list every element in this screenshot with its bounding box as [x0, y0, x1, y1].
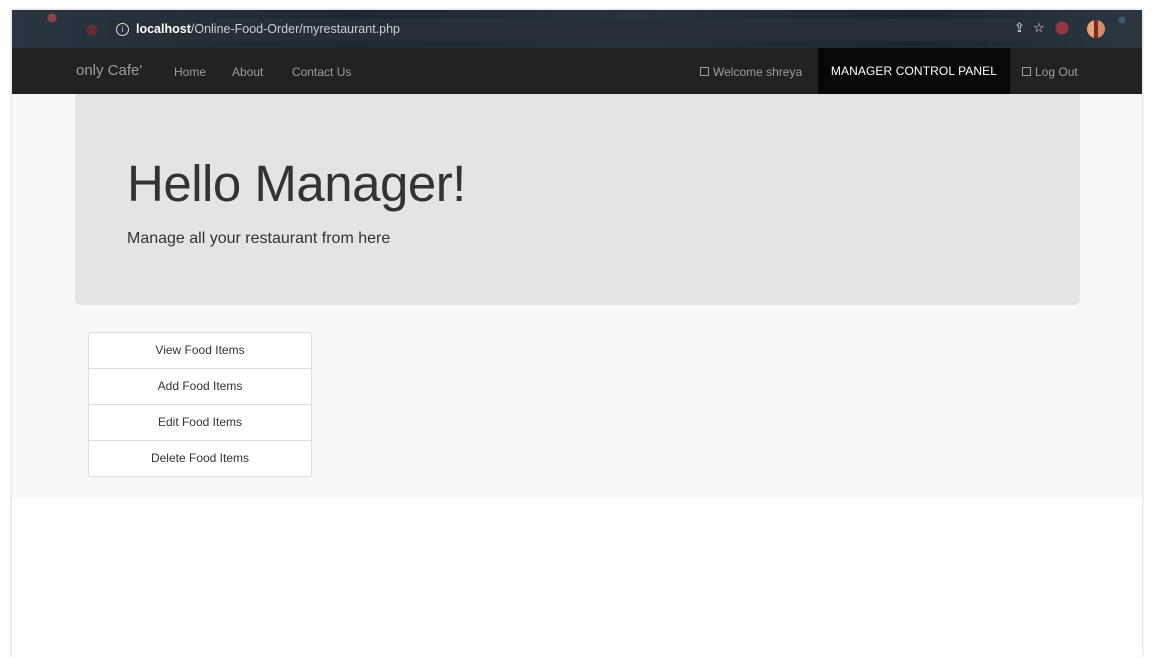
- url-path: /Online-Food-Order/myrestaurant.php: [190, 22, 400, 36]
- site-navbar: only Cafe' Home About Contact Us Welcome…: [12, 48, 1142, 94]
- user-icon: [700, 67, 709, 76]
- edit-food-items-button[interactable]: Edit Food Items: [88, 405, 312, 441]
- brand-logo[interactable]: only Cafe': [76, 62, 142, 79]
- nav-about-link[interactable]: About: [232, 65, 263, 79]
- browser-window: i localhost/Online-Food-Order/myrestaura…: [12, 10, 1142, 657]
- url-host: localhost: [136, 22, 191, 36]
- share-icon[interactable]: ⇪: [1014, 21, 1025, 36]
- add-food-items-button[interactable]: Add Food Items: [88, 369, 312, 405]
- bookmark-star-icon[interactable]: ☆: [1033, 21, 1045, 36]
- main-content: Hello Manager! Manage all your restauran…: [12, 94, 1142, 498]
- nav-home-link[interactable]: Home: [174, 65, 206, 79]
- welcome-label: Welcome shreya: [713, 65, 803, 79]
- welcome-link[interactable]: Welcome shreya: [700, 65, 802, 79]
- page-title: Hello Manager!: [127, 155, 466, 212]
- logout-label: Log Out: [1035, 65, 1078, 79]
- delete-food-items-button[interactable]: Delete Food Items: [88, 441, 312, 477]
- hero-jumbotron: Hello Manager! Manage all your restauran…: [75, 94, 1080, 305]
- view-food-items-button[interactable]: View Food Items: [88, 332, 312, 369]
- profile-avatar[interactable]: [1087, 20, 1105, 38]
- page-subtitle: Manage all your restaurant from here: [127, 230, 391, 247]
- browser-toolbar: i localhost/Online-Food-Order/myrestaura…: [12, 10, 1142, 48]
- manager-control-panel-link[interactable]: MANAGER CONTROL PANEL: [818, 48, 1010, 94]
- info-icon[interactable]: i: [116, 23, 129, 36]
- url-text[interactable]: localhost/Online-Food-Order/myrestaurant…: [136, 22, 400, 36]
- logout-link[interactable]: Log Out: [1022, 65, 1078, 79]
- food-actions-menu: View Food Items Add Food Items Edit Food…: [88, 332, 312, 477]
- nav-contact-link[interactable]: Contact Us: [292, 65, 351, 79]
- logout-icon: [1022, 67, 1031, 76]
